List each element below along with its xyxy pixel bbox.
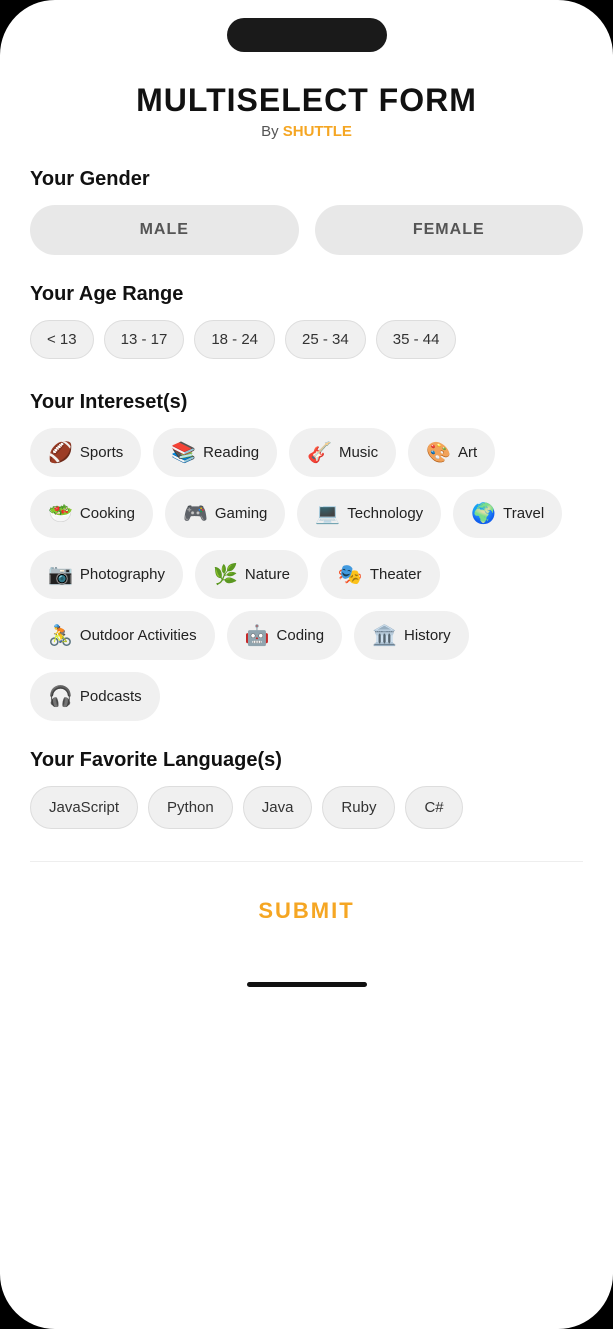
interest-history-button[interactable]: 🏛️ History — [354, 611, 469, 660]
interest-art-label: Art — [458, 444, 477, 461]
interest-coding-label: Coding — [277, 627, 325, 644]
interest-theater-emoji: 🎭 — [338, 562, 363, 587]
content-area: MULTISELECT FORM By SHUTTLE Your Gender … — [0, 52, 613, 974]
interests-section: Your Intereset(s) 🏈 Sports 📚 Reading 🎸 Music 🎨… — [30, 391, 583, 721]
age-range-section: Your Age Range < 13 13 - 17 18 - 24 25 -… — [30, 283, 583, 363]
app-title: MULTISELECT FORM — [30, 82, 583, 119]
age-18-24-button[interactable]: 18 - 24 — [194, 320, 275, 359]
interest-sports-label: Sports — [80, 444, 123, 461]
interest-theater-button[interactable]: 🎭 Theater — [320, 550, 440, 599]
age-13-17-button[interactable]: 13 - 17 — [104, 320, 185, 359]
interest-outdoor-activities-emoji: 🚴 — [48, 623, 73, 648]
interest-reading-label: Reading — [203, 444, 259, 461]
gender-row: MALE FEMALE — [30, 205, 583, 255]
interest-podcasts-button[interactable]: 🎧 Podcasts — [30, 672, 160, 721]
age-range-row: < 13 13 - 17 18 - 24 25 - 34 35 - 44 — [30, 320, 583, 363]
interest-nature-button[interactable]: 🌿 Nature — [195, 550, 308, 599]
languages-label: Your Favorite Language(s) — [30, 749, 583, 772]
age-lt13-button[interactable]: < 13 — [30, 320, 94, 359]
lang-javascript-button[interactable]: JavaScript — [30, 786, 138, 829]
interest-gaming-emoji: 🎮 — [183, 501, 208, 526]
by-line: By SHUTTLE — [30, 123, 583, 140]
interest-cooking-button[interactable]: 🥗 Cooking — [30, 489, 153, 538]
divider — [30, 861, 583, 862]
interest-gaming-label: Gaming — [215, 505, 268, 522]
interest-theater-label: Theater — [370, 566, 422, 583]
interest-gaming-button[interactable]: 🎮 Gaming — [165, 489, 285, 538]
interest-travel-button[interactable]: 🌍 Travel — [453, 489, 562, 538]
interest-travel-emoji: 🌍 — [471, 501, 496, 526]
interest-photography-button[interactable]: 📷 Photography — [30, 550, 183, 599]
age-35-44-button[interactable]: 35 - 44 — [376, 320, 457, 359]
interest-cooking-emoji: 🥗 — [48, 501, 73, 526]
interests-label: Your Intereset(s) — [30, 391, 583, 414]
lang-java-button[interactable]: Java — [243, 786, 313, 829]
interest-music-label: Music — [339, 444, 378, 461]
interest-podcasts-label: Podcasts — [80, 688, 142, 705]
age-range-label: Your Age Range — [30, 283, 583, 306]
interest-art-emoji: 🎨 — [426, 440, 451, 465]
interest-sports-emoji: 🏈 — [48, 440, 73, 465]
interest-music-button[interactable]: 🎸 Music — [289, 428, 396, 477]
interest-coding-emoji: 🤖 — [245, 623, 270, 648]
interest-sports-button[interactable]: 🏈 Sports — [30, 428, 141, 477]
gender-male-button[interactable]: MALE — [30, 205, 299, 255]
notch — [227, 18, 387, 52]
interest-art-button[interactable]: 🎨 Art — [408, 428, 495, 477]
interest-outdoor-activities-label: Outdoor Activities — [80, 627, 197, 644]
interest-history-label: History — [404, 627, 451, 644]
interest-nature-label: Nature — [245, 566, 290, 583]
interest-technology-label: Technology — [347, 505, 423, 522]
interest-history-emoji: 🏛️ — [372, 623, 397, 648]
interest-photography-label: Photography — [80, 566, 165, 583]
interest-travel-label: Travel — [503, 505, 544, 522]
lang-ruby-button[interactable]: Ruby — [322, 786, 395, 829]
gender-section: Your Gender MALE FEMALE — [30, 168, 583, 255]
interest-technology-button[interactable]: 💻 Technology — [297, 489, 441, 538]
gender-label: Your Gender — [30, 168, 583, 191]
brand-name: SHUTTLE — [283, 123, 352, 140]
interest-reading-emoji: 📚 — [171, 440, 196, 465]
interest-cooking-label: Cooking — [80, 505, 135, 522]
age-25-34-button[interactable]: 25 - 34 — [285, 320, 366, 359]
lang-python-button[interactable]: Python — [148, 786, 233, 829]
by-text: By — [261, 123, 279, 140]
interest-coding-button[interactable]: 🤖 Coding — [227, 611, 342, 660]
interests-wrap: 🏈 Sports 📚 Reading 🎸 Music 🎨 Art 🥗 Cooking 🎮 Gaming… — [30, 428, 583, 721]
interest-technology-emoji: 💻 — [315, 501, 340, 526]
interest-photography-emoji: 📷 — [48, 562, 73, 587]
interest-nature-emoji: 🌿 — [213, 562, 238, 587]
phone-frame: MULTISELECT FORM By SHUTTLE Your Gender … — [0, 0, 613, 1329]
lang-csharp-button[interactable]: C# — [405, 786, 462, 829]
interest-reading-button[interactable]: 📚 Reading — [153, 428, 277, 477]
interest-podcasts-emoji: 🎧 — [48, 684, 73, 709]
submit-button[interactable]: SUBMIT — [30, 880, 583, 934]
languages-section: Your Favorite Language(s) JavaScript Pyt… — [30, 749, 583, 833]
interest-outdoor-activities-button[interactable]: 🚴 Outdoor Activities — [30, 611, 215, 660]
home-indicator — [247, 982, 367, 987]
languages-row: JavaScript Python Java Ruby C# — [30, 786, 583, 833]
gender-female-button[interactable]: FEMALE — [315, 205, 584, 255]
interest-music-emoji: 🎸 — [307, 440, 332, 465]
